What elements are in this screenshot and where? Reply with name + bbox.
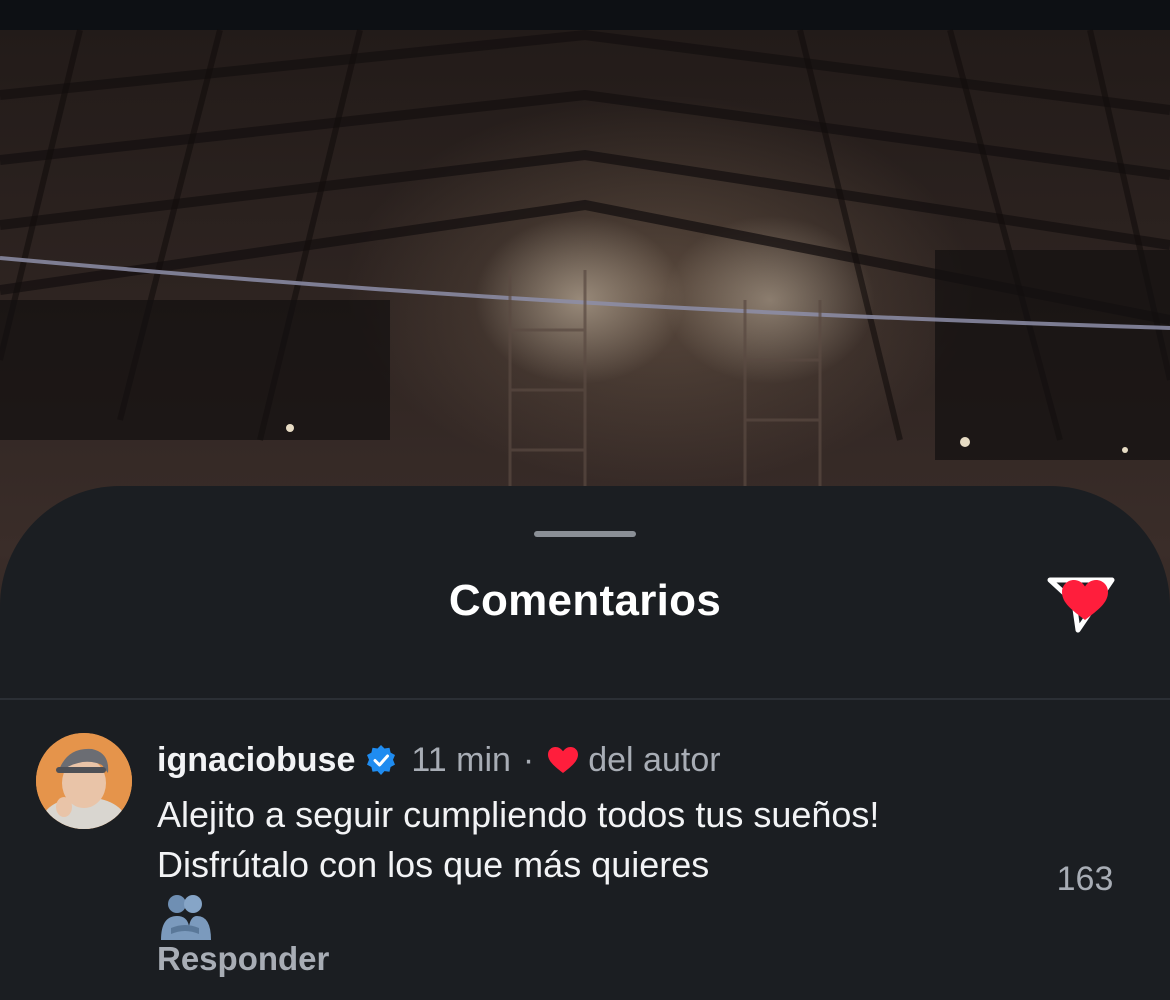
avatar-photo xyxy=(36,733,132,829)
avatar[interactable] xyxy=(36,733,132,829)
like-button[interactable] xyxy=(1060,578,1110,622)
arena-roof-graphic xyxy=(0,29,1170,486)
comment-timestamp: 11 min xyxy=(411,740,511,779)
comment-text: Alejito a seguir cumpliendo todos tus su… xyxy=(157,794,880,885)
comment-body: Alejito a seguir cumpliendo todos tus su… xyxy=(157,790,1017,942)
heart-icon xyxy=(1062,580,1108,620)
comment-item: ignaciobuse 11 min · del autor Alejito a… xyxy=(0,700,1170,1000)
liked-by-author-label: del autor xyxy=(588,740,721,779)
sheet-title: Comentarios xyxy=(448,576,722,625)
sheet-grabber-handle[interactable] xyxy=(534,531,636,537)
author-liked-heart-icon xyxy=(548,747,579,773)
people-hugging-emoji-icon xyxy=(161,895,211,940)
meta-separator: · xyxy=(522,740,535,779)
reply-button[interactable]: Responder xyxy=(157,940,329,978)
comment-username[interactable]: ignaciobuse xyxy=(157,741,355,780)
comment-header: ignaciobuse 11 min · del autor xyxy=(157,738,721,782)
like-count: 163 xyxy=(1056,860,1114,898)
comments-sheet: Comentarios ignaciobuse 11 min · del aut… xyxy=(0,486,1170,1000)
verified-badge-icon xyxy=(367,745,396,775)
